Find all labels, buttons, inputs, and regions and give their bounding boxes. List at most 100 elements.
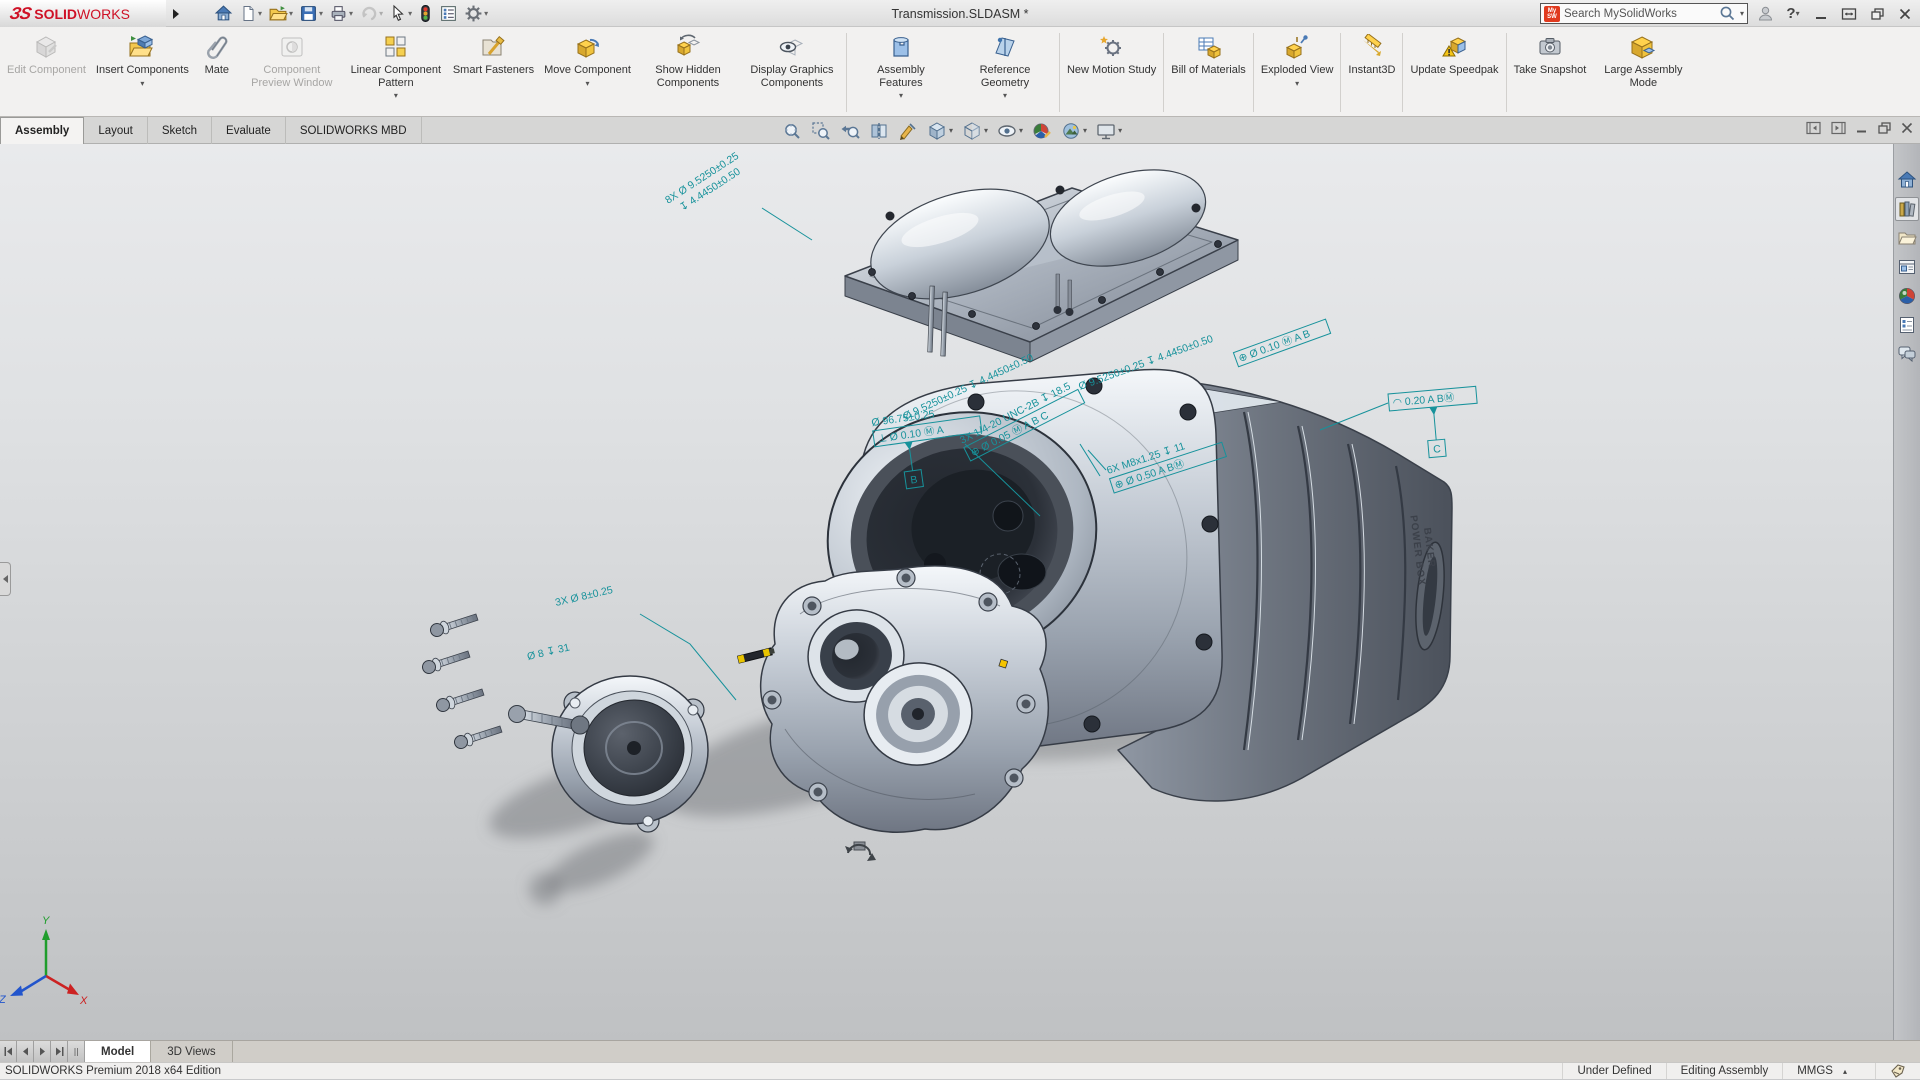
view-orientation-icon[interactable]: ▾ (927, 121, 953, 141)
login-icon[interactable] (1754, 3, 1776, 25)
search-caret-icon[interactable]: ▾ (1740, 9, 1744, 18)
close-button[interactable] (1894, 3, 1916, 25)
view-palette-icon[interactable] (1895, 255, 1919, 279)
edit-appearance-icon[interactable] (1032, 121, 1052, 141)
ribbon-smart-fasteners[interactable]: Smart Fasteners (448, 29, 539, 116)
ribbon-exploded-view[interactable]: Exploded View ▾ (1256, 29, 1339, 116)
smart-fasteners-icon (480, 32, 506, 62)
insert-components-icon (128, 32, 156, 62)
editing-mode-status[interactable]: Editing Assembly (1666, 1063, 1783, 1079)
save-button[interactable]: ▾ (297, 2, 325, 26)
forum-icon[interactable] (1895, 342, 1919, 366)
doc-restore-icon[interactable] (1877, 121, 1892, 140)
design-library-icon[interactable] (1895, 197, 1919, 221)
tab-3d-views[interactable]: 3D Views (151, 1041, 232, 1062)
ribbon-assembly-features[interactable]: Assembly Features ▾ (849, 29, 953, 116)
ribbon-move-component[interactable]: Move Component ▾ (539, 29, 636, 116)
dynamic-annotation-icon[interactable] (898, 121, 918, 141)
file-explorer-icon[interactable] (1895, 226, 1919, 250)
assembly-features-icon (888, 32, 914, 62)
caret-down-icon: ▾ (258, 9, 262, 18)
resize-panes-button[interactable] (1838, 3, 1860, 25)
zoom-to-area-icon[interactable] (811, 121, 831, 141)
search-input[interactable]: MySW Search MySolidWorks ▾ (1540, 3, 1748, 24)
tab-sketch[interactable]: Sketch (148, 117, 212, 144)
help-caret-icon: ▾ (1796, 9, 1800, 18)
doc-close-icon[interactable] (1900, 121, 1914, 140)
tab-model[interactable]: Model (85, 1041, 151, 1062)
component-preview-window-icon (279, 32, 305, 62)
ribbon-separator (1059, 33, 1060, 112)
graphics-viewport[interactable]: BAKER POWER BOX (0, 144, 1920, 1040)
ribbon-component-preview-window[interactable]: Component Preview Window (240, 29, 344, 116)
title-bar: ЗS SOLIDWORKS ▾ ▾ ▾ ▾ ▾ ▾ ▾ Transmission… (0, 0, 1920, 27)
restore-button[interactable] (1866, 3, 1888, 25)
zoom-to-fit-icon[interactable] (782, 121, 802, 141)
ribbon-display-graphics-components[interactable]: Display Graphics Components (740, 29, 844, 116)
appearances-scenes-icon[interactable] (1895, 284, 1919, 308)
settings-button[interactable]: ▾ (462, 2, 490, 26)
ribbon-reference-geometry[interactable]: Reference Geometry ▾ (953, 29, 1057, 116)
hide-show-items-icon[interactable]: ▾ (997, 121, 1023, 141)
caret-down-icon: ▾ (586, 79, 590, 89)
ribbon-show-hidden-components[interactable]: Show Hidden Components (636, 29, 740, 116)
home-icon[interactable] (1895, 168, 1919, 192)
ribbon-separator (1340, 33, 1341, 112)
open-button[interactable]: ▾ (266, 2, 295, 26)
ribbon-separator (1402, 33, 1403, 112)
search-icon[interactable] (1719, 5, 1736, 22)
feature-manager-collapse-tab[interactable] (0, 562, 11, 596)
pane-collapse-right-icon[interactable] (1830, 120, 1847, 141)
apply-scene-icon[interactable]: ▾ (1061, 121, 1087, 141)
options-list-button[interactable] (437, 2, 460, 26)
tab-layout[interactable]: Layout (84, 117, 148, 144)
ribbon-linear-component-pattern[interactable]: Linear Component Pattern ▾ (344, 29, 448, 116)
logo-works: WORKS (77, 6, 130, 22)
ribbon-mate[interactable]: Mate (194, 29, 240, 116)
pane-collapse-left-icon[interactable] (1805, 120, 1822, 141)
display-style-icon[interactable]: ▾ (962, 121, 988, 141)
ribbon-update-speedpak[interactable]: Update Speedpak (1405, 29, 1503, 116)
section-view-icon[interactable] (869, 121, 889, 141)
minimize-button[interactable] (1810, 3, 1832, 25)
ribbon-new-motion-study[interactable]: New Motion Study (1062, 29, 1161, 116)
ribbon-take-snapshot[interactable]: Take Snapshot (1509, 29, 1592, 116)
view-settings-icon[interactable]: ▾ (1096, 121, 1122, 141)
previous-view-icon[interactable] (840, 121, 860, 141)
ribbon-insert-components[interactable]: Insert Components ▾ (91, 29, 194, 116)
nav-last-icon[interactable] (51, 1041, 68, 1062)
menu-expand-arrow-icon[interactable] (168, 0, 184, 27)
ribbon-edit-component[interactable]: Edit Component (2, 29, 91, 116)
doc-minimize-icon[interactable] (1855, 121, 1869, 140)
task-pane (1893, 144, 1920, 1040)
tab-assembly[interactable]: Assembly (0, 117, 84, 144)
instant3d-icon (1359, 32, 1385, 62)
select-button[interactable]: ▾ (387, 2, 414, 26)
reference-geometry-icon (992, 32, 1018, 62)
undo-button[interactable]: ▾ (357, 2, 385, 26)
print-button[interactable]: ▾ (327, 2, 355, 26)
tab-splitter-handle[interactable] (68, 1041, 85, 1062)
caret-down-icon: ▾ (1019, 126, 1023, 135)
tags-icon[interactable] (1875, 1063, 1920, 1079)
ribbon-large-assembly-mode[interactable]: Large Assembly Mode (1591, 29, 1695, 116)
custom-properties-icon[interactable] (1895, 313, 1919, 337)
ribbon-instant3d[interactable]: Instant3D (1343, 29, 1400, 116)
top-cover-part[interactable] (845, 153, 1238, 362)
home-button[interactable] (212, 2, 235, 26)
linear-component-pattern-icon (383, 32, 409, 62)
nav-next-icon[interactable] (34, 1041, 51, 1062)
units-selector[interactable]: MMGS ▴ (1782, 1063, 1875, 1079)
update-speedpak-icon (1442, 32, 1468, 62)
help-button[interactable]: ?▾ (1782, 3, 1804, 25)
mysolidworks-badge-icon: MySW (1544, 6, 1560, 22)
tab-evaluate[interactable]: Evaluate (212, 117, 286, 144)
model-scene[interactable]: BAKER POWER BOX (0, 144, 1920, 1040)
caret-down-icon: ▾ (899, 91, 903, 101)
new-document-button[interactable]: ▾ (237, 2, 264, 26)
nav-prev-icon[interactable] (17, 1041, 34, 1062)
tab-solidworks-mbd[interactable]: SOLIDWORKS MBD (286, 117, 422, 144)
ribbon-bill-of-materials[interactable]: Bill of Materials (1166, 29, 1251, 116)
performance-button[interactable] (416, 2, 435, 26)
nav-first-icon[interactable] (0, 1041, 17, 1062)
